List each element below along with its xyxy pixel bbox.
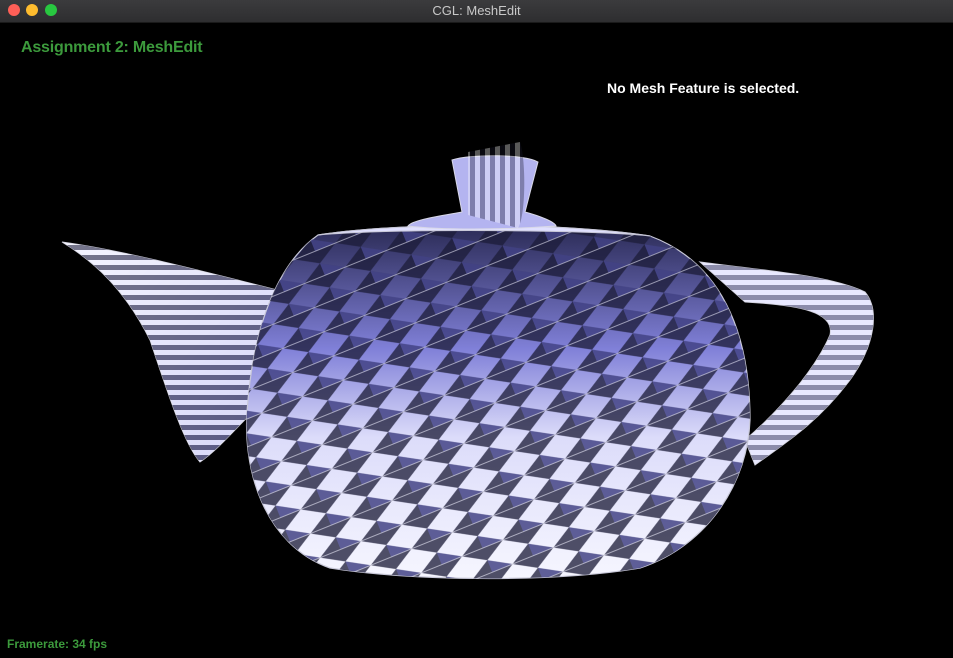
window-title: CGL: MeshEdit <box>432 3 521 18</box>
selection-status: No Mesh Feature is selected. <box>607 80 800 96</box>
assignment-title: Assignment 2: MeshEdit <box>21 39 203 56</box>
teapot-mesh[interactable] <box>0 23 953 658</box>
framerate-readout: Framerate: 34 fps <box>7 637 108 651</box>
window-titlebar[interactable]: CGL: MeshEdit <box>0 0 953 23</box>
teapot-body-facets <box>246 225 750 579</box>
render-viewport[interactable]: Assignment 2: MeshEdit No Mesh Feature i… <box>0 23 953 658</box>
